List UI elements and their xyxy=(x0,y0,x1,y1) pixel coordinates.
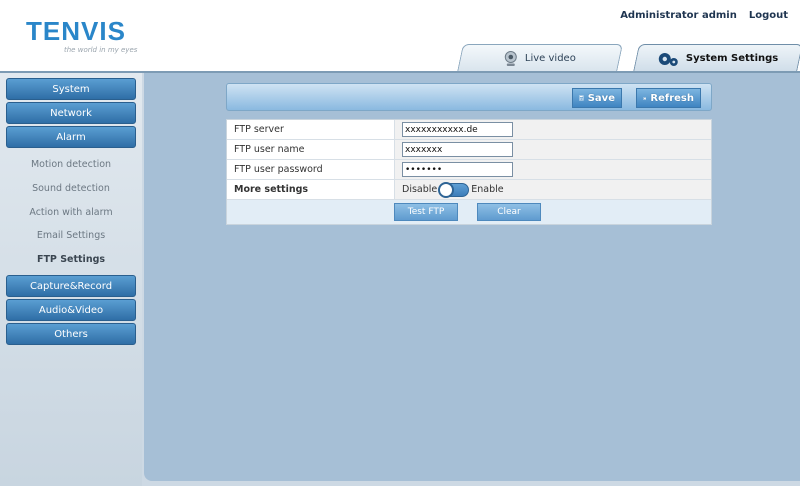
sidebar-item-capture-record[interactable]: Capture&Record xyxy=(6,275,136,297)
sidebar: System Network Alarm Motion detection So… xyxy=(0,73,142,486)
tab-system-settings[interactable]: System Settings xyxy=(633,44,800,72)
ftp-password-input[interactable] xyxy=(402,162,513,177)
ftp-server-label: FTP server xyxy=(227,120,395,139)
floppy-icon xyxy=(579,95,584,101)
refresh-button[interactable]: Refresh xyxy=(636,88,701,108)
logo-tagline: the world in my eyes xyxy=(64,46,138,54)
logo: TENVIS the world in my eyes xyxy=(26,16,137,54)
tab-live-video[interactable]: Live video xyxy=(457,44,623,72)
form-actions-row: Test FTP Clear xyxy=(227,200,711,224)
ftp-password-label: FTP user password xyxy=(227,160,395,179)
form-row-ftp-user: FTP user name xyxy=(227,140,711,160)
more-settings-label: More settings xyxy=(227,180,395,199)
top-links: Administrator admin Logout xyxy=(620,10,788,21)
form-row-more-settings: More settings Disable Enable xyxy=(227,180,711,200)
ftp-user-input[interactable] xyxy=(402,142,513,157)
form-row-ftp-server: FTP server xyxy=(227,120,711,140)
sidebar-item-audio-video[interactable]: Audio&Video xyxy=(6,299,136,321)
save-button[interactable]: Save xyxy=(572,88,622,108)
sidebar-item-others[interactable]: Others xyxy=(6,323,136,345)
sidebar-item-network[interactable]: Network xyxy=(6,102,136,124)
test-ftp-button[interactable]: Test FTP xyxy=(394,203,458,221)
more-settings-toggle-group: Disable Enable xyxy=(402,181,504,198)
page-body: System Network Alarm Motion detection So… xyxy=(0,73,800,486)
ftp-form: FTP server FTP user name FTP user passwo… xyxy=(226,119,712,225)
tab-live-label: Live video xyxy=(524,53,576,64)
webcam-icon xyxy=(504,50,517,66)
content-area: Save Refresh FTP server xxxxxxxxxxx.de F… xyxy=(144,73,800,481)
header: TENVIS the world in my eyes Administrato… xyxy=(0,0,800,73)
logo-text: TENVIS xyxy=(26,16,126,46)
ftp-user-cell xyxy=(395,140,711,159)
sidebar-item-system[interactable]: System xyxy=(6,78,136,100)
toggle-knob[interactable] xyxy=(438,181,455,198)
ftp-server-cell xyxy=(395,120,711,139)
ftp-server-input[interactable] xyxy=(402,122,513,137)
gears-icon xyxy=(659,52,679,66)
disable-label: Disable xyxy=(402,184,438,195)
ftp-user-label: FTP user name xyxy=(227,140,395,159)
sidebar-sub-sound-detection[interactable]: Sound detection xyxy=(6,178,136,198)
sidebar-sub-action-with-alarm[interactable]: Action with alarm xyxy=(6,202,136,222)
refresh-label: Refresh xyxy=(650,92,694,104)
ftp-password-cell xyxy=(395,160,711,179)
tab-system-label: System Settings xyxy=(686,53,779,64)
more-settings-cell: Disable Enable xyxy=(395,180,711,199)
sidebar-sub-ftp-settings[interactable]: FTP Settings xyxy=(6,249,136,269)
sidebar-sub-motion-detection[interactable]: Motion detection xyxy=(6,154,136,174)
form-row-ftp-password: FTP user password xyxy=(227,160,711,180)
sidebar-item-alarm[interactable]: Alarm xyxy=(6,126,136,148)
clear-button[interactable]: Clear xyxy=(477,203,541,221)
refresh-icon xyxy=(643,96,647,100)
ftp-settings-panel: Save Refresh FTP server xxxxxxxxxxx.de F… xyxy=(226,83,712,225)
more-settings-toggle[interactable] xyxy=(438,181,470,198)
user-label[interactable]: Administrator admin xyxy=(620,10,737,21)
enable-label: Enable xyxy=(471,184,504,195)
sidebar-sub-email-settings[interactable]: Email Settings xyxy=(6,225,136,245)
toolbar: Save Refresh xyxy=(226,83,712,111)
save-label: Save xyxy=(587,92,615,104)
logout-link[interactable]: Logout xyxy=(749,10,788,21)
